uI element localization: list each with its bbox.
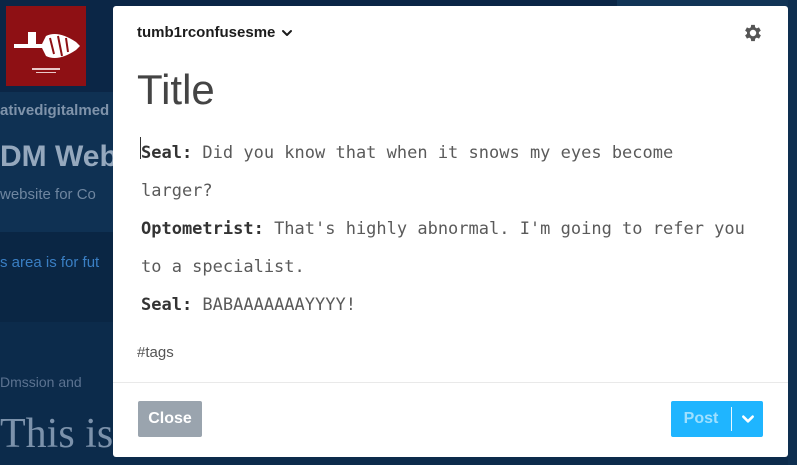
dialogue-line: Optometrist: That's highly abnormal. I'm… xyxy=(141,210,771,248)
logo-icon xyxy=(6,6,86,86)
post-composer-modal: tumb1rconfusesme Title Seal: Did you kno… xyxy=(113,6,788,457)
speaker-label: Seal: xyxy=(141,143,193,163)
text-caret xyxy=(140,137,141,159)
blog-selector[interactable]: tumb1rconfusesme xyxy=(137,24,293,41)
post-body-editor[interactable]: Seal: Did you know that when it snows my… xyxy=(140,134,771,324)
background-text: website for Co xyxy=(0,186,96,203)
line-text: That's highly abnormal. I'm going to ref… xyxy=(263,219,745,239)
dialogue-line: larger? xyxy=(141,172,771,210)
line-text: larger? xyxy=(141,181,213,201)
speaker-label: Seal: xyxy=(141,295,193,315)
tags-input[interactable]: #tags xyxy=(137,344,174,361)
line-text: to a specialist. xyxy=(141,257,305,277)
gear-icon[interactable] xyxy=(742,22,764,44)
dialogue-line: to a specialist. xyxy=(141,248,771,286)
background-text: Dmssion and xyxy=(0,374,82,390)
line-text: Did you know that when it snows my eyes … xyxy=(192,143,674,163)
background-text: This is xyxy=(0,411,113,457)
background-text: s area is for fut xyxy=(0,254,100,271)
post-title-input[interactable]: Title xyxy=(137,66,215,114)
dialogue-line: Seal: BABAAAAAAAYYYY! xyxy=(141,286,771,324)
speaker-label: Optometrist: xyxy=(141,219,264,239)
post-button-label[interactable]: Post xyxy=(671,410,731,428)
dialogue-line: Seal: Did you know that when it snows my… xyxy=(141,134,771,172)
background-scrollbar xyxy=(788,0,797,465)
close-button[interactable]: Close xyxy=(138,401,202,437)
chevron-down-icon xyxy=(282,29,293,36)
background-text: ativedigitalmed xyxy=(0,102,110,119)
blog-avatar xyxy=(6,6,86,86)
chevron-down-icon xyxy=(741,415,754,423)
post-options-button[interactable] xyxy=(732,412,763,426)
blog-name: tumb1rconfusesme xyxy=(137,24,276,41)
footer-divider xyxy=(113,382,788,383)
background-text: DM Web xyxy=(0,140,113,173)
post-button[interactable]: Post xyxy=(671,401,763,437)
line-text: BABAAAAAAAYYYY! xyxy=(192,295,356,315)
